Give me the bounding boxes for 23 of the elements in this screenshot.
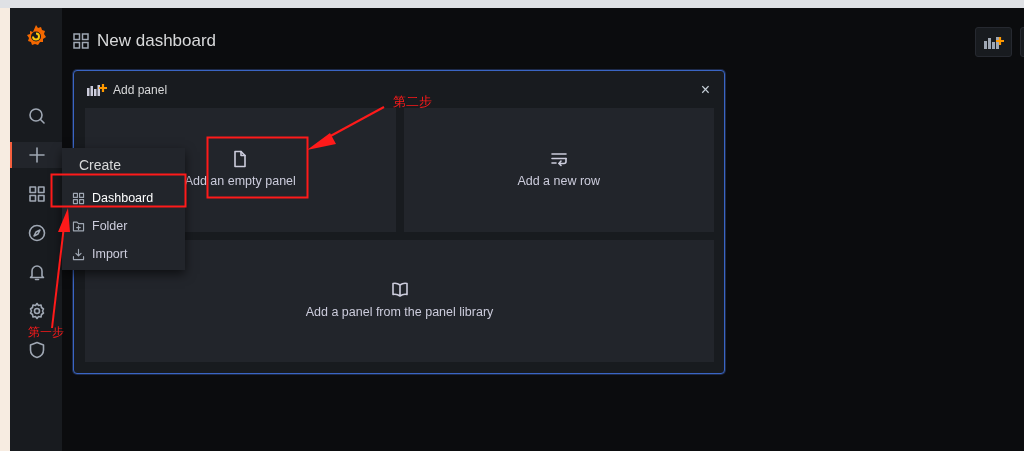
book-icon xyxy=(390,280,409,299)
compass-icon xyxy=(28,223,46,242)
search-icon xyxy=(28,106,46,125)
annotation-label: 第一步 xyxy=(28,326,64,338)
sidebar-item[interactable] xyxy=(10,141,62,168)
folder-icon xyxy=(72,219,85,233)
plus-icon xyxy=(28,145,46,164)
dashboard-title: New dashboard xyxy=(97,30,217,53)
annotation-label: 第二步 xyxy=(393,93,432,111)
close-button[interactable]: × xyxy=(696,81,714,98)
dashboard-grid-icon xyxy=(73,33,89,49)
add-panel-icon xyxy=(87,83,107,96)
add-option-tile[interactable]: Add a new row xyxy=(403,108,714,232)
add-panel-button[interactable] xyxy=(975,27,1012,57)
settings-icon xyxy=(28,301,46,320)
bell-icon xyxy=(28,262,46,281)
grid-icon xyxy=(28,184,46,203)
shield-icon xyxy=(28,340,46,359)
logo-icon[interactable] xyxy=(25,24,47,48)
download-icon xyxy=(72,247,85,261)
dialog-title: Add panel xyxy=(113,81,168,99)
add-panel-icon xyxy=(982,34,1005,50)
grid-icon xyxy=(72,191,85,205)
